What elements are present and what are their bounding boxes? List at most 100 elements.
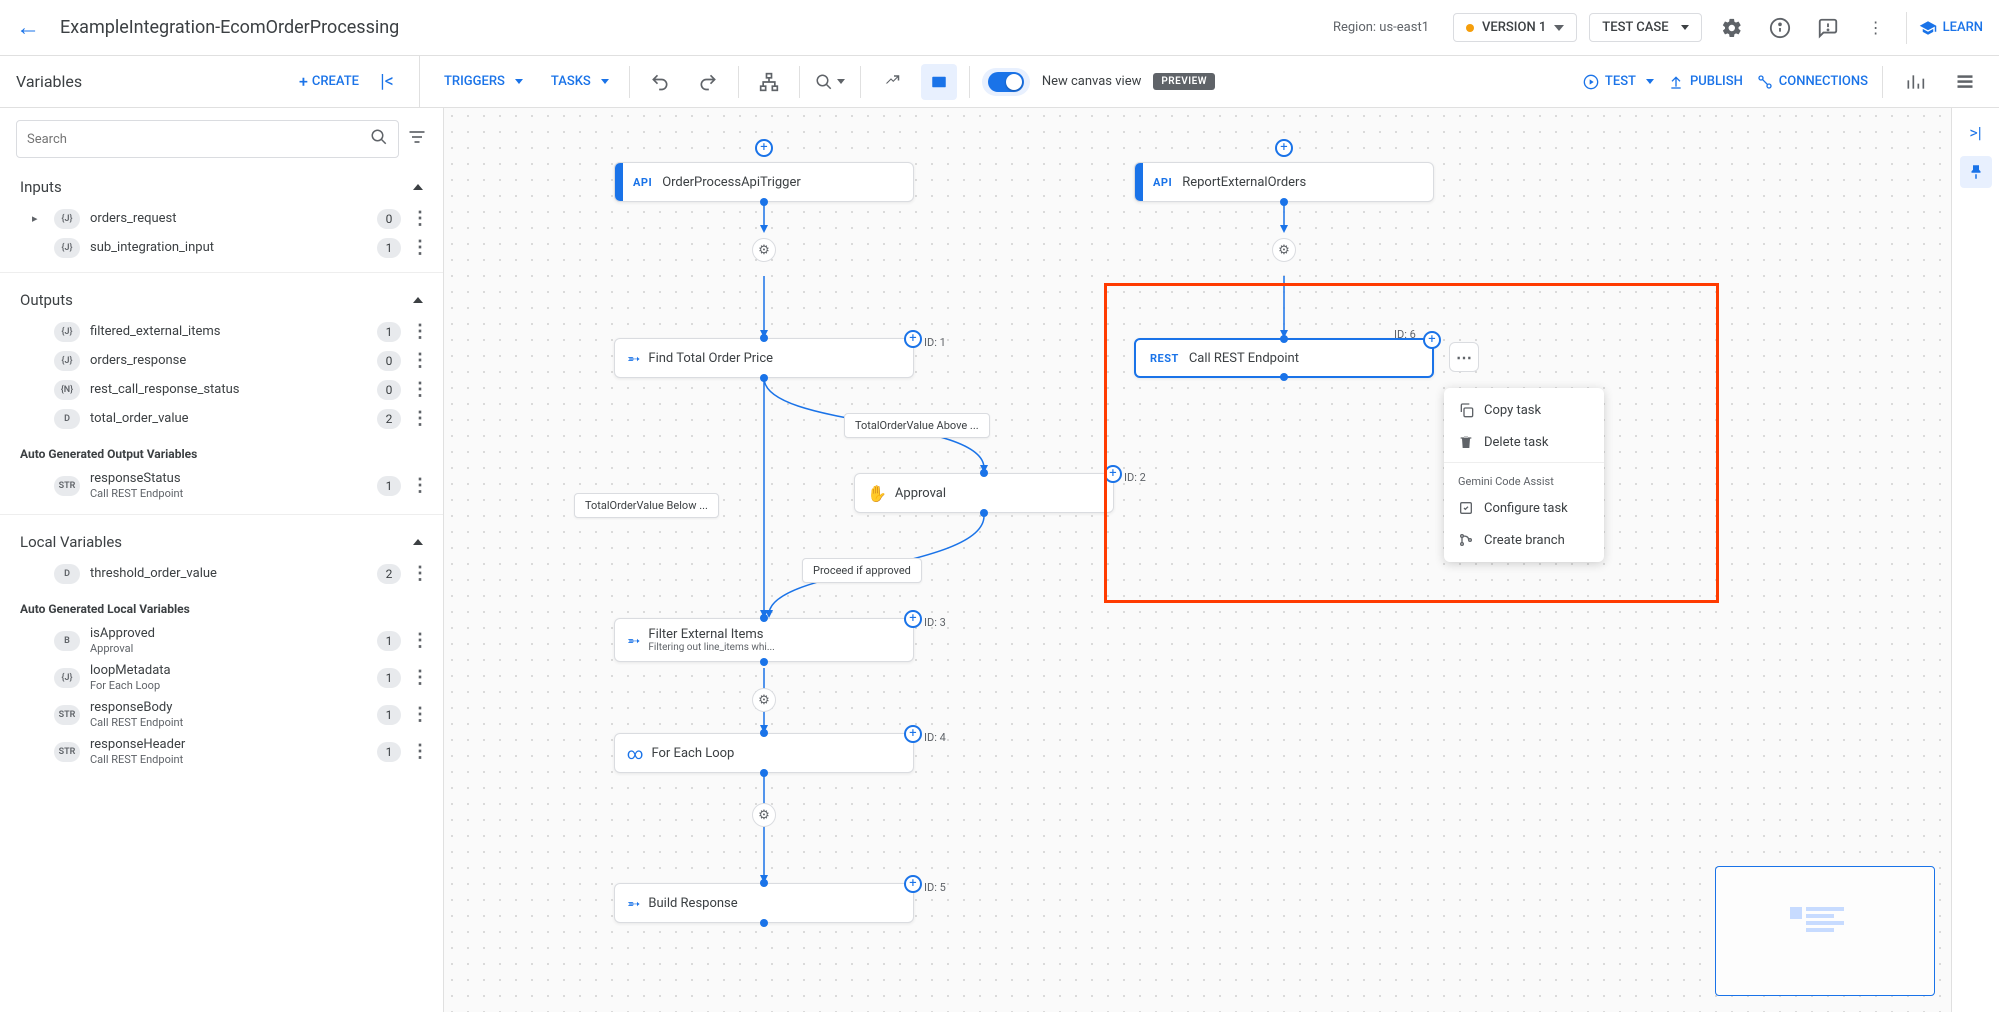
feedback-icon[interactable] bbox=[1810, 10, 1846, 46]
learn-button[interactable]: LEARN bbox=[1919, 19, 1983, 37]
ctx-copy-task[interactable]: Copy task bbox=[1444, 394, 1604, 426]
ctx-delete-task[interactable]: Delete task bbox=[1444, 426, 1604, 458]
more-menu-icon[interactable]: ⋮ bbox=[1858, 10, 1894, 46]
version-dropdown[interactable]: VERSION 1 bbox=[1453, 13, 1577, 42]
new-canvas-toggle[interactable] bbox=[988, 72, 1024, 92]
inputs-section-header[interactable]: Inputs bbox=[0, 170, 443, 204]
type-chip: STR bbox=[54, 705, 80, 725]
redo-button[interactable] bbox=[690, 64, 726, 100]
logs-icon[interactable] bbox=[1947, 64, 1983, 100]
local-vars-section-header[interactable]: Local Variables bbox=[0, 525, 443, 559]
minimap[interactable] bbox=[1715, 866, 1935, 996]
connections-button[interactable]: CONNECTIONS bbox=[1757, 74, 1868, 90]
task-node-loop[interactable]: ∞ For Each Loop + bbox=[614, 733, 914, 773]
input-variable-row[interactable]: ▸ {J} orders_request 0 ⋮ bbox=[0, 204, 443, 233]
variable-more-button[interactable]: ⋮ bbox=[411, 408, 427, 429]
type-chip: D bbox=[54, 564, 80, 584]
add-handle[interactable]: + bbox=[904, 330, 922, 348]
edge-label[interactable]: Proceed if approved bbox=[802, 558, 922, 583]
canvas-mode-button[interactable] bbox=[921, 64, 957, 100]
task-node-build[interactable]: ➵ Build Response + bbox=[614, 883, 914, 923]
local-variable-row[interactable]: Dthreshold_order_value2⋮ bbox=[0, 559, 443, 588]
info-icon[interactable] bbox=[1762, 10, 1798, 46]
back-button[interactable]: ← bbox=[16, 13, 40, 42]
auto-local-variable-row[interactable]: {J}loopMetadataFor Each Loop1⋮ bbox=[0, 659, 443, 696]
auto-local-variable-row[interactable]: BisApprovedApproval1⋮ bbox=[0, 622, 443, 659]
variables-sidebar: Inputs ▸ {J} orders_request 0 ⋮ {J} sub_… bbox=[0, 108, 444, 1012]
create-variable-button[interactable]: +CREATE bbox=[299, 72, 359, 91]
variable-more-button[interactable]: ⋮ bbox=[411, 321, 427, 342]
search-input[interactable] bbox=[27, 132, 362, 147]
add-handle[interactable]: + bbox=[755, 139, 773, 157]
settings-icon[interactable] bbox=[1714, 10, 1750, 46]
autofix-button[interactable] bbox=[873, 64, 909, 100]
auto-output-variable-row[interactable]: STRresponseStatusCall REST Endpoint1⋮ bbox=[0, 467, 443, 504]
search-input-wrapper[interactable] bbox=[16, 120, 399, 158]
canvas[interactable]: API OrderProcessApiTrigger + ⚙ ➵ Find To… bbox=[444, 108, 1951, 1012]
test-button[interactable]: TEST bbox=[1583, 74, 1654, 90]
node-id-label: ID: 5 bbox=[924, 881, 946, 894]
variable-source: Call REST Endpoint bbox=[90, 716, 367, 729]
task-node-rest[interactable]: REST Call REST Endpoint + bbox=[1134, 338, 1434, 378]
variable-more-button[interactable]: ⋮ bbox=[411, 563, 427, 584]
variable-more-button[interactable]: ⋮ bbox=[411, 237, 427, 258]
tasks-dropdown[interactable]: TASKS bbox=[543, 68, 617, 95]
edge-label[interactable]: TotalOrderValue Above ... bbox=[844, 413, 990, 438]
variable-more-button[interactable]: ⋮ bbox=[411, 208, 427, 229]
add-handle[interactable]: + bbox=[904, 725, 922, 743]
node-subtitle: Filtering out line_items whi... bbox=[648, 642, 774, 653]
add-handle[interactable]: + bbox=[1275, 139, 1293, 157]
triggers-dropdown[interactable]: TRIGGERS bbox=[436, 68, 531, 95]
auto-local-variable-row[interactable]: STRresponseBodyCall REST Endpoint1⋮ bbox=[0, 696, 443, 733]
publish-button[interactable]: PUBLISH bbox=[1668, 74, 1743, 90]
variable-name: rest_call_response_status bbox=[90, 382, 367, 397]
layout-button[interactable] bbox=[751, 64, 787, 100]
analytics-icon[interactable] bbox=[1897, 64, 1933, 100]
node-id-label: ID: 3 bbox=[924, 616, 946, 629]
variable-more-button[interactable]: ⋮ bbox=[411, 630, 427, 651]
auto-local-variable-row[interactable]: STRresponseHeaderCall REST Endpoint1⋮ bbox=[0, 733, 443, 770]
output-variable-row[interactable]: Dtotal_order_value2⋮ bbox=[0, 404, 443, 433]
settings-node-icon[interactable]: ⚙ bbox=[752, 238, 776, 262]
variable-more-button[interactable]: ⋮ bbox=[411, 667, 427, 688]
filter-button[interactable] bbox=[407, 127, 427, 152]
expand-rail-button[interactable]: >| bbox=[1960, 116, 1992, 148]
settings-node-icon[interactable]: ⚙ bbox=[752, 688, 776, 712]
variable-more-button[interactable]: ⋮ bbox=[411, 741, 427, 762]
variable-source: For Each Loop bbox=[90, 679, 367, 692]
task-node-filter[interactable]: ➵ Filter External ItemsFiltering out lin… bbox=[614, 618, 914, 662]
output-variable-row[interactable]: {J}filtered_external_items1⋮ bbox=[0, 317, 443, 346]
settings-node-icon[interactable]: ⚙ bbox=[752, 803, 776, 827]
undo-button[interactable] bbox=[642, 64, 678, 100]
task-node-find-total[interactable]: ➵ Find Total Order Price + bbox=[614, 338, 914, 378]
task-node-approval[interactable]: ✋ Approval + bbox=[854, 473, 1114, 513]
variable-more-button[interactable]: ⋮ bbox=[411, 379, 427, 400]
expand-toggle[interactable]: ▸ bbox=[32, 212, 44, 225]
variable-more-button[interactable]: ⋮ bbox=[411, 704, 427, 725]
task-context-menu: Copy task Delete task Gemini Code Assist… bbox=[1444, 388, 1604, 562]
zoom-dropdown[interactable] bbox=[812, 64, 848, 100]
variable-more-button[interactable]: ⋮ bbox=[411, 350, 427, 371]
integration-title: ExampleIntegration-EcomOrderProcessing bbox=[60, 17, 399, 38]
ctx-configure-task[interactable]: Configure task bbox=[1444, 492, 1604, 524]
settings-node-icon[interactable]: ⚙ bbox=[1272, 238, 1296, 262]
collapse-panel-button[interactable]: |< bbox=[371, 71, 403, 92]
add-handle[interactable]: + bbox=[904, 610, 922, 628]
pin-icon[interactable] bbox=[1960, 156, 1992, 188]
test-case-dropdown[interactable]: TEST CASE bbox=[1589, 13, 1701, 42]
add-handle[interactable]: + bbox=[1423, 331, 1441, 349]
input-variable-row[interactable]: {J} sub_integration_input 1 ⋮ bbox=[0, 233, 443, 262]
add-handle[interactable]: + bbox=[1104, 465, 1122, 483]
trigger-node[interactable]: API OrderProcessApiTrigger + bbox=[614, 162, 914, 202]
variable-more-button[interactable]: ⋮ bbox=[411, 475, 427, 496]
trigger-node[interactable]: API ReportExternalOrders + bbox=[1134, 162, 1434, 202]
outputs-section-header[interactable]: Outputs bbox=[0, 283, 443, 317]
output-variable-row[interactable]: {J}orders_response0⋮ bbox=[0, 346, 443, 375]
add-handle[interactable]: + bbox=[904, 875, 922, 893]
usage-count: 1 bbox=[377, 705, 401, 725]
usage-count: 0 bbox=[377, 351, 401, 371]
node-more-button[interactable]: ⋯ bbox=[1449, 342, 1479, 372]
edge-label[interactable]: TotalOrderValue Below ... bbox=[574, 493, 719, 518]
output-variable-row[interactable]: {N}rest_call_response_status0⋮ bbox=[0, 375, 443, 404]
ctx-create-branch[interactable]: Create branch bbox=[1444, 524, 1604, 556]
